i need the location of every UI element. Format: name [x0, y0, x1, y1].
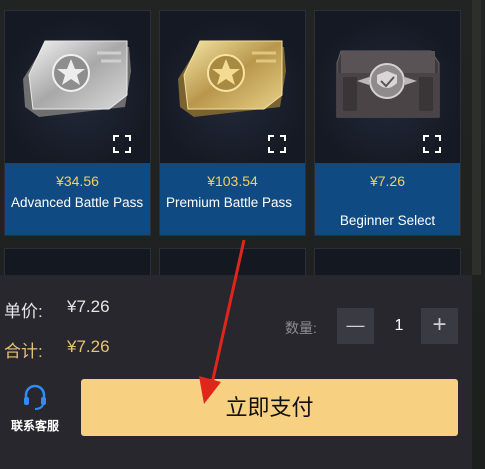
pay-now-button[interactable]: 立即支付	[81, 379, 458, 436]
quantity-increment-button[interactable]: +	[421, 308, 458, 344]
customer-service-button[interactable]: 联系客服	[2, 380, 68, 440]
product-card-beginner-select[interactable]: ¥7.26 Beginner Select	[314, 10, 461, 236]
product-name: Premium Battle Pass	[166, 195, 293, 210]
scrollbar[interactable]	[472, 0, 481, 275]
quantity-label: 数量:	[285, 320, 317, 336]
product-card-premium-battle-pass[interactable]: ¥103.54 Premium Battle Pass	[159, 10, 306, 236]
product-price: ¥34.56	[56, 173, 99, 189]
headset-icon	[24, 384, 46, 410]
product-card-advanced-battle-pass[interactable]: ¥34.56 Advanced Battle Pass	[4, 10, 151, 236]
expand-icon[interactable]	[268, 135, 286, 153]
expand-icon[interactable]	[423, 135, 441, 153]
total-label: 合计:	[4, 342, 43, 361]
quantity-value[interactable]: 1	[381, 308, 417, 344]
product-price: ¥103.54	[207, 173, 258, 189]
product-name: Beginner Select	[339, 213, 436, 228]
unit-price-label: 单价:	[4, 302, 43, 321]
product-price: ¥7.26	[369, 173, 406, 189]
unit-price-value: ¥7.26	[67, 297, 110, 316]
expand-icon[interactable]	[113, 135, 131, 153]
product-name: Advanced Battle Pass	[11, 195, 144, 210]
quantity-decrement-button[interactable]: —	[337, 308, 374, 344]
customer-service-label: 联系客服	[10, 419, 59, 433]
total-value: ¥7.26	[67, 337, 110, 356]
